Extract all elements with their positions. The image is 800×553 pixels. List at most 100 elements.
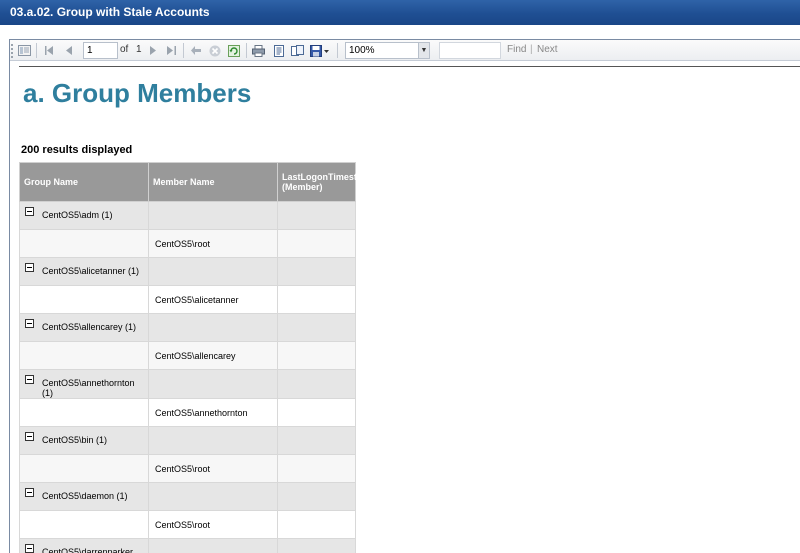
table-body: CentOS5\adm (1) CentOS5\root CentOS5\alice… — [19, 201, 356, 553]
last-logon-cell — [277, 482, 356, 511]
group-name-cell — [19, 398, 149, 427]
collapse-toggle-icon[interactable] — [25, 375, 34, 384]
find-next-link[interactable]: Next — [537, 44, 558, 55]
group-name: CentOS5\bin (1) — [42, 435, 108, 445]
member-row: CentOS5\allencarey — [19, 341, 356, 370]
group-name: CentOS5\adm (1) — [42, 210, 113, 220]
group-row: CentOS5\adm (1) — [19, 201, 356, 230]
last-logon-cell — [277, 229, 356, 258]
refresh-icon[interactable] — [226, 43, 241, 58]
toolbar-separator — [246, 43, 247, 58]
table-header-row: Group Name Member Name LastLogonTimestam… — [19, 162, 375, 202]
group-name: CentOS5\allencarey (1) — [42, 322, 137, 332]
report-toolbar: 1 of 1 100% ▼ Find | Next — [10, 40, 800, 61]
print-layout-icon[interactable] — [271, 43, 286, 58]
group-name: CentOS5\annethornton (1) — [42, 378, 135, 398]
first-page-icon[interactable] — [43, 43, 56, 58]
group-name-cell: CentOS5\allencarey (1) — [19, 313, 149, 342]
group-name-cell: CentOS5\bin (1) — [19, 426, 149, 455]
collapse-toggle-icon[interactable] — [25, 207, 34, 216]
group-name-cell — [19, 285, 149, 314]
last-logon-cell — [277, 201, 356, 230]
collapse-toggle-icon[interactable] — [25, 319, 34, 328]
member-name-cell — [148, 538, 278, 553]
member-name: CentOS5\annethornton — [155, 407, 248, 418]
column-header-last-logon[interactable]: LastLogonTimestamp (Member) — [277, 162, 375, 202]
toolbar-separator — [337, 43, 338, 58]
last-logon-cell — [277, 285, 356, 314]
find-link[interactable]: Find — [507, 44, 526, 55]
group-name-cell — [19, 510, 149, 539]
collapse-toggle-icon[interactable] — [25, 488, 34, 497]
toolbar-grip-icon[interactable] — [11, 44, 13, 58]
current-page-input[interactable]: 1 — [83, 42, 118, 59]
group-row: CentOS5\daemon (1) — [19, 482, 356, 511]
zoom-select[interactable]: 100% ▼ — [345, 42, 430, 59]
total-pages: 1 — [136, 44, 142, 55]
member-name-cell: CentOS5\root — [148, 454, 278, 483]
previous-page-icon[interactable] — [63, 43, 76, 58]
report-header-divider — [19, 66, 800, 67]
toolbar-separator — [36, 43, 37, 58]
group-name-cell: CentOS5\darrenparker — [19, 538, 149, 553]
group-name-cell — [19, 341, 149, 370]
next-page-icon[interactable] — [146, 43, 159, 58]
find-separator: | — [530, 44, 533, 55]
group-row: CentOS5\annethornton (1) — [19, 369, 356, 399]
last-logon-cell — [277, 313, 356, 342]
find-input[interactable] — [439, 42, 501, 59]
window-title: 03.a.02. Group with Stale Accounts — [10, 5, 210, 19]
back-icon[interactable] — [189, 43, 203, 58]
member-name-cell: CentOS5\root — [148, 229, 278, 258]
member-name: CentOS5\root — [155, 519, 211, 530]
group-row: CentOS5\alicetanner (1) — [19, 257, 356, 286]
last-logon-cell — [277, 257, 356, 286]
export-save-icon[interactable] — [309, 43, 331, 58]
last-logon-cell — [277, 538, 356, 553]
last-page-icon[interactable] — [165, 43, 178, 58]
last-logon-cell — [277, 341, 356, 370]
window-title-bar: 03.a.02. Group with Stale Accounts — [0, 0, 800, 25]
member-row: CentOS5\root — [19, 454, 356, 483]
collapse-toggle-icon[interactable] — [25, 544, 34, 553]
collapse-toggle-icon[interactable] — [25, 432, 34, 441]
member-row: CentOS5\annethornton — [19, 398, 356, 427]
column-header-member-name[interactable]: Member Name — [148, 162, 278, 202]
group-row: CentOS5\bin (1) — [19, 426, 356, 455]
group-name-cell: CentOS5\adm (1) — [19, 201, 149, 230]
last-logon-cell — [277, 369, 356, 399]
column-header-group-name[interactable]: Group Name — [19, 162, 149, 202]
last-logon-cell — [277, 426, 356, 455]
member-name-cell: CentOS5\alicetanner — [148, 285, 278, 314]
group-name-cell: CentOS5\annethornton (1) — [19, 369, 149, 399]
report-viewer: 1 of 1 100% ▼ Find | Next a. Group Membe… — [9, 39, 800, 553]
group-name-cell: CentOS5\daemon (1) — [19, 482, 149, 511]
group-row: CentOS5\darrenparker — [19, 538, 356, 553]
member-name-cell: CentOS5\root — [148, 510, 278, 539]
print-icon[interactable] — [251, 43, 266, 58]
document-map-icon[interactable] — [16, 43, 32, 58]
group-name-cell: CentOS5\alicetanner (1) — [19, 257, 149, 286]
group-name: CentOS5\daemon (1) — [42, 491, 128, 501]
group-name-cell — [19, 454, 149, 483]
results-count: 200 results displayed — [21, 144, 133, 156]
group-name-cell — [19, 229, 149, 258]
member-name-cell — [148, 482, 278, 511]
stop-icon[interactable] — [207, 43, 222, 58]
member-name-cell — [148, 369, 278, 399]
page-of-label: of — [120, 44, 129, 55]
member-name-cell — [148, 257, 278, 286]
report-title: a. Group Members — [23, 78, 252, 108]
collapse-toggle-icon[interactable] — [25, 263, 34, 272]
chevron-down-icon[interactable]: ▼ — [418, 43, 429, 58]
group-name: CentOS5\alicetanner (1) — [42, 266, 140, 276]
member-name-cell: CentOS5\annethornton — [148, 398, 278, 427]
toolbar-separator — [183, 43, 184, 58]
group-members-table: Group Name Member Name LastLogonTimestam… — [19, 162, 375, 553]
last-logon-cell — [277, 510, 356, 539]
page-setup-icon[interactable] — [290, 43, 305, 58]
member-row: CentOS5\root — [19, 510, 356, 539]
member-name-cell — [148, 426, 278, 455]
group-name: CentOS5\darrenparker — [42, 547, 134, 553]
member-name-cell — [148, 201, 278, 230]
